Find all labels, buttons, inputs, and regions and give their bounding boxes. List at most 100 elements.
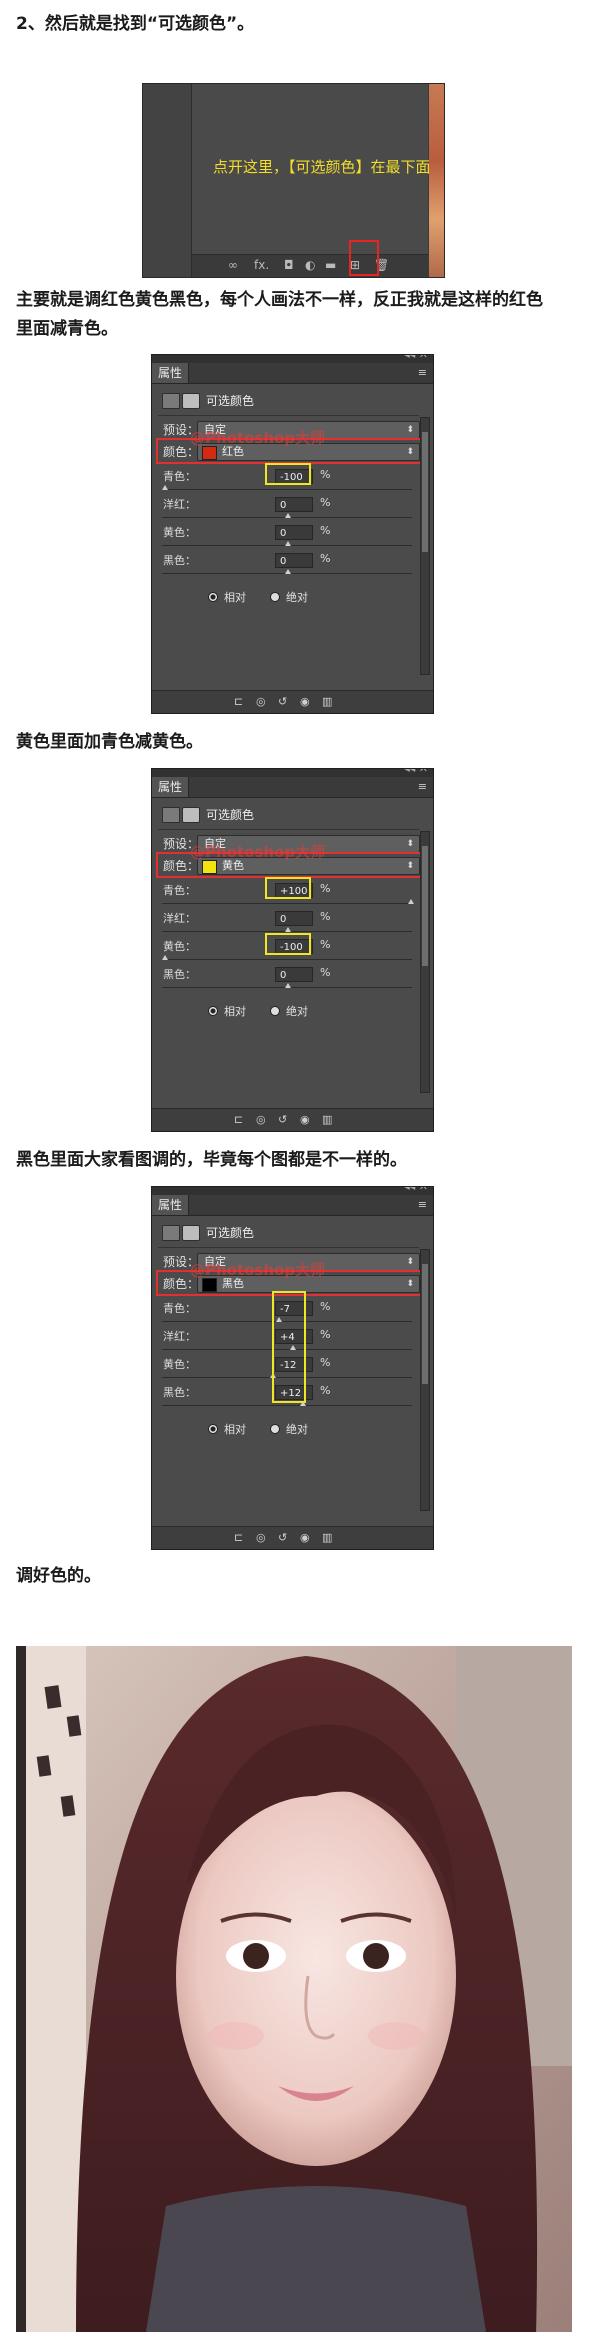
panel-footer: ⊏ ◎ ↺ ◉ ▥ (152, 1108, 433, 1131)
slider-thumb[interactable] (408, 899, 414, 904)
layer-mask-icon[interactable] (182, 807, 200, 823)
percent-sign: % (320, 966, 331, 979)
add-mask-icon[interactable]: ◘ (284, 258, 294, 272)
visibility-eye-icon[interactable]: ◉ (300, 1531, 310, 1544)
panel-scrollbar[interactable] (420, 1249, 430, 1511)
absolute-radio[interactable] (270, 1424, 280, 1434)
tab-properties[interactable]: 属性 (152, 363, 190, 383)
absolute-radio[interactable] (270, 1006, 280, 1016)
visibility-eye-icon[interactable]: ◉ (300, 695, 310, 708)
slider-value-input[interactable]: 0 (275, 553, 313, 568)
panel-menu-icon[interactable]: ≡ (418, 366, 427, 379)
slider-thumb[interactable] (162, 485, 168, 490)
clip-to-layer-icon[interactable]: ⊏ (234, 1531, 243, 1544)
relative-radio[interactable] (208, 1424, 218, 1434)
method-radio-group: 相对 绝对 (208, 1421, 308, 1437)
collapse-icon[interactable]: ◂◂ ✕ (404, 1187, 428, 1193)
view-previous-icon[interactable]: ◎ (256, 1531, 266, 1544)
visibility-eye-icon[interactable]: ◉ (300, 1113, 310, 1126)
percent-sign: % (320, 1300, 331, 1313)
panel-tab-bar: 属性 ≡ (152, 1195, 433, 1216)
view-previous-icon[interactable]: ◎ (256, 1113, 266, 1126)
slider-track[interactable] (162, 1405, 412, 1406)
panel-scrollbar[interactable] (420, 831, 430, 1093)
absolute-radio[interactable] (270, 592, 280, 602)
slider-label: 黄色： (163, 1358, 196, 1371)
percent-sign: % (320, 496, 331, 509)
fx-icon[interactable]: fx. (254, 258, 269, 272)
clip-to-layer-icon[interactable]: ⊏ (234, 1113, 243, 1126)
slider-thumb[interactable] (285, 983, 291, 988)
panel-menu-icon[interactable]: ≡ (418, 1198, 427, 1211)
reset-icon[interactable]: ↺ (278, 1531, 287, 1544)
canvas-photo-edge (429, 84, 444, 277)
collapse-icon[interactable]: ◂◂ ✕ (404, 769, 428, 775)
slider-value-input[interactable]: 0 (275, 967, 313, 982)
result-photo (16, 1646, 572, 2332)
slider-track[interactable] (162, 903, 412, 904)
slider-label: 黄色： (163, 526, 196, 539)
slider-track[interactable] (162, 959, 412, 960)
slider-label: 洋红： (163, 1330, 196, 1343)
scroll-thumb[interactable] (422, 1264, 428, 1384)
relative-label: 相对 (224, 1005, 246, 1018)
layers-panel-bottom-bar: ∞ fx. ◘ ◐ ▬ ⊞ 🗑 (192, 254, 428, 277)
hint-text: 点开这里，【可选颜色】在最下面 (213, 158, 431, 176)
percent-sign: % (320, 1384, 331, 1397)
slider-thumb[interactable] (285, 569, 291, 574)
relative-label: 相对 (224, 1423, 246, 1436)
percent-sign: % (320, 910, 331, 923)
paragraph-black: 黑色里面大家看图调的，毕竟每个图都是不一样的。 (16, 1150, 407, 1170)
reset-icon[interactable]: ↺ (278, 1113, 287, 1126)
group-folder-icon[interactable]: ▬ (325, 258, 336, 272)
percent-sign: % (320, 552, 331, 565)
dropdown-arrow-icon: ⬍ (406, 839, 414, 849)
yellow-value-highlight (265, 933, 311, 955)
clip-to-layer-icon[interactable]: ⊏ (234, 695, 243, 708)
slider-label: 青色： (163, 470, 196, 483)
reset-icon[interactable]: ↺ (278, 695, 287, 708)
selective-color-icon (162, 393, 180, 409)
layer-mask-icon[interactable] (182, 393, 200, 409)
adjustment-layer-icon[interactable]: ◐ (305, 258, 315, 272)
slider-label: 黑色： (163, 1386, 196, 1399)
slider-thumb[interactable] (285, 513, 291, 518)
paragraph-result: 调好色的。 (16, 1566, 101, 1586)
panel-top-strip: ◂◂ ✕ (152, 769, 433, 777)
link-layers-icon[interactable]: ∞ (228, 258, 238, 272)
relative-radio[interactable] (208, 1006, 218, 1016)
view-previous-icon[interactable]: ◎ (256, 695, 266, 708)
panel-scrollbar[interactable] (420, 417, 430, 675)
delete-icon[interactable]: ▥ (322, 1531, 332, 1544)
panel-tab-bar: 属性 ≡ (152, 777, 433, 798)
percent-sign: % (320, 882, 331, 895)
slider-thumb[interactable] (162, 955, 168, 960)
slider-thumb[interactable] (285, 541, 291, 546)
panel-tab-bar: 属性 ≡ (152, 363, 433, 384)
panel-footer: ⊏ ◎ ↺ ◉ ▥ (152, 690, 433, 713)
scroll-thumb[interactable] (422, 432, 428, 552)
collapse-icon[interactable]: ◂◂ ✕ (404, 355, 428, 361)
absolute-label: 绝对 (286, 591, 308, 604)
delete-icon[interactable]: ▥ (322, 695, 332, 708)
adjustment-title: 可选颜色 (206, 394, 255, 408)
percent-sign: % (320, 1328, 331, 1341)
slider-value-input[interactable]: 0 (275, 911, 313, 926)
slider-track[interactable] (162, 489, 412, 490)
panel-footer: ⊏ ◎ ↺ ◉ ▥ (152, 1526, 433, 1549)
slider-value-input[interactable]: 0 (275, 497, 313, 512)
panel-menu-icon[interactable]: ≡ (418, 780, 427, 793)
cyan-value-highlight (265, 877, 311, 899)
properties-panel-red: ◂◂ ✕ 属性 ≡ 可选颜色 预设： 自定 ⬍ 颜色： 红色 ⬍ @Photoshop大师 青色： -1… (151, 354, 434, 714)
slider-thumb[interactable] (285, 927, 291, 932)
layer-mask-icon[interactable] (182, 1225, 200, 1241)
scroll-thumb[interactable] (422, 846, 428, 966)
relative-radio[interactable] (208, 592, 218, 602)
slider-value-input[interactable]: 0 (275, 525, 313, 540)
paragraph-red: 主要就是调红色黄色黑色，每个人画法不一样，反正我就是这样的红色 里面减青色。 (16, 286, 576, 344)
tab-properties[interactable]: 属性 (152, 1195, 190, 1215)
delete-icon[interactable]: ▥ (322, 1113, 332, 1126)
tab-properties[interactable]: 属性 (152, 777, 190, 797)
adjustment-title: 可选颜色 (206, 1226, 255, 1240)
properties-panel-yellow: ◂◂ ✕ 属性 ≡ 可选颜色 预设： 自定 ⬍ 颜色： 黄色 ⬍ @Photoshop大师 青色： +1… (151, 768, 434, 1132)
